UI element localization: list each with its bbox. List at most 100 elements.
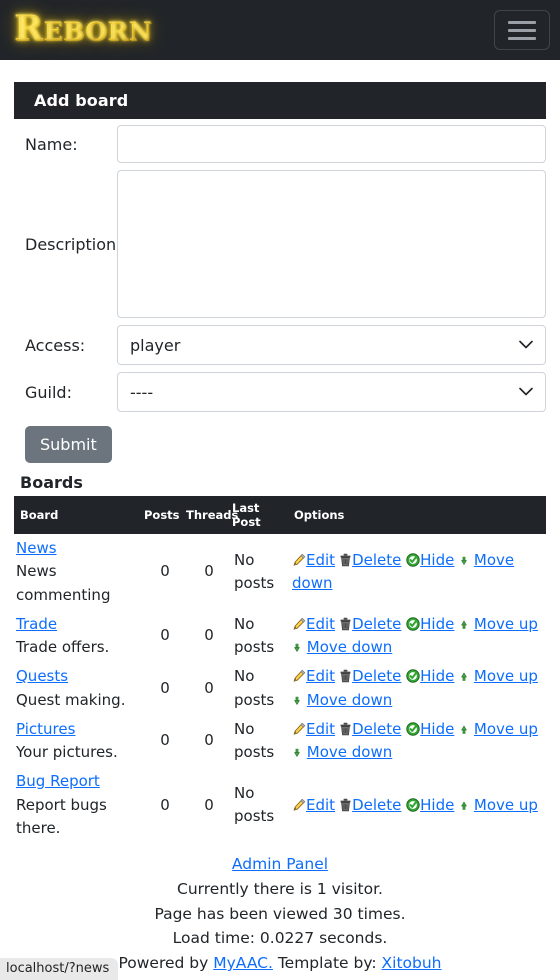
posts-cell: 0: [160, 626, 170, 645]
page-root: Reborn Add board Name: Description: Acce…: [0, 0, 560, 980]
hide-link[interactable]: Hide: [420, 796, 454, 814]
move-up-link[interactable]: Move up: [474, 615, 538, 633]
options-cell: Edit Delete Hide Move down: [290, 534, 546, 610]
delete-link[interactable]: Delete: [352, 720, 401, 738]
options-cell: Edit Delete Hide Move up Move down: [290, 662, 546, 715]
trash-icon: [339, 798, 352, 812]
add-board-form: Name: Description: Access: player Guild:…: [0, 119, 560, 463]
edit-link[interactable]: Edit: [306, 615, 335, 633]
table-row: Pictures Your pictures. 0 0 No posts Edit Dele…: [14, 715, 546, 768]
trash-icon: [339, 669, 352, 683]
footer-views: Page has been viewed 30 times.: [154, 904, 406, 923]
description-label: Description:: [25, 234, 122, 254]
submit-button[interactable]: Submit: [25, 426, 112, 463]
guild-select[interactable]: ----: [117, 372, 546, 412]
footer-powered-prefix: Powered by: [118, 954, 214, 973]
board-description: Report bugs there.: [16, 795, 107, 837]
boards-header-row: Board Posts Threads Last Post Options: [14, 496, 546, 534]
options-cell: Edit Delete Hide Move up: [290, 767, 546, 843]
pencil-icon: [292, 722, 306, 736]
delete-link[interactable]: Delete: [352, 551, 401, 569]
edit-link[interactable]: Edit: [306, 720, 335, 738]
top-navbar: Reborn: [0, 0, 560, 60]
access-label: Access:: [25, 335, 86, 355]
green-check-circle-icon: [406, 797, 420, 812]
threads-cell: 0: [204, 795, 214, 814]
move-down-link[interactable]: Move down: [307, 691, 392, 709]
column-header-options: Options: [290, 496, 546, 534]
trash-icon: [339, 553, 352, 567]
delete-link[interactable]: Delete: [352, 796, 401, 814]
options-cell: Edit Delete Hide Move up Move down: [290, 715, 546, 768]
board-name-link[interactable]: Quests: [16, 667, 68, 685]
board-name-link[interactable]: Bug Report: [16, 772, 100, 790]
edit-link[interactable]: Edit: [306, 551, 335, 569]
edit-link[interactable]: Edit: [306, 667, 335, 685]
board-description: Your pictures.: [16, 743, 118, 761]
hamburger-icon-bar-2: [508, 28, 536, 32]
green-arrow-up-icon: [459, 724, 469, 736]
green-check-circle-icon: [406, 617, 420, 631]
last-post-cell: No posts: [234, 783, 275, 826]
access-select[interactable]: player: [117, 325, 546, 365]
board-cell: Bug Report Report bugs there.: [14, 767, 144, 843]
xitobuh-link[interactable]: Xitobuh: [382, 954, 442, 972]
board-cell: Quests Quest making.: [14, 662, 144, 715]
guild-label: Guild:: [25, 382, 72, 402]
column-header-threads: Threads: [186, 496, 238, 534]
hide-link[interactable]: Hide: [420, 551, 454, 569]
add-board-panel-header: Add board: [14, 82, 546, 119]
pencil-icon: [292, 669, 306, 683]
name-input[interactable]: [117, 125, 546, 163]
description-textarea[interactable]: [117, 170, 546, 318]
boards-table-body: News News commenting 0 0 No posts Edit Delete …: [14, 534, 546, 843]
boards-table: Board Posts Threads Last Post Options Ne…: [14, 496, 546, 843]
delete-link[interactable]: Delete: [352, 615, 401, 633]
site-brand-logo[interactable]: Reborn: [14, 11, 152, 49]
form-row-description: Description:: [14, 170, 546, 318]
column-header-posts: Posts: [144, 496, 186, 534]
pencil-icon: [292, 617, 306, 631]
threads-cell: 0: [204, 562, 214, 581]
green-check-circle-icon: [406, 669, 420, 683]
guild-select-wrap: ----: [117, 372, 546, 412]
posts-cell: 0: [160, 562, 170, 581]
hamburger-icon-bar-3: [508, 36, 536, 40]
table-row: Bug Report Report bugs there. 0 0 No posts Ed…: [14, 767, 546, 843]
browser-status-bar: localhost/?news: [0, 958, 119, 980]
name-label: Name:: [25, 134, 78, 154]
posts-cell: 0: [160, 678, 170, 697]
form-row-guild: Guild: ----: [14, 372, 546, 412]
board-name-link[interactable]: Trade: [16, 615, 57, 633]
move-down-link[interactable]: Move down: [307, 743, 392, 761]
board-name-link[interactable]: News: [16, 539, 57, 557]
green-arrow-down-icon: [292, 747, 302, 759]
edit-link[interactable]: Edit: [306, 796, 335, 814]
delete-link[interactable]: Delete: [352, 667, 401, 685]
board-name-link[interactable]: Pictures: [16, 720, 75, 738]
hide-link[interactable]: Hide: [420, 720, 454, 738]
column-header-last-post: Last Post: [232, 496, 290, 534]
navbar-toggler-button[interactable]: [494, 10, 550, 50]
pencil-icon: [292, 798, 306, 812]
hamburger-icon-bar-1: [508, 20, 536, 24]
move-up-link[interactable]: Move up: [474, 720, 538, 738]
trash-icon: [339, 617, 352, 631]
myaac-link[interactable]: MyAAC.: [213, 954, 273, 972]
admin-panel-link[interactable]: Admin Panel: [232, 855, 328, 873]
last-post-cell: No posts: [234, 667, 275, 709]
board-cell: Trade Trade offers.: [14, 610, 144, 663]
green-arrow-up-icon: [459, 800, 469, 812]
trash-icon: [339, 722, 352, 736]
move-up-link[interactable]: Move up: [474, 796, 538, 814]
green-arrow-up-icon: [459, 619, 469, 631]
green-arrow-down-icon: [459, 555, 469, 567]
hide-link[interactable]: Hide: [420, 615, 454, 633]
green-check-circle-icon: [406, 552, 420, 567]
move-up-link[interactable]: Move up: [474, 667, 538, 685]
move-down-link[interactable]: Move down: [307, 638, 392, 656]
table-row: News News commenting 0 0 No posts Edit Delete …: [14, 534, 546, 610]
table-row: Trade Trade offers. 0 0 No posts Edit Delete H…: [14, 610, 546, 663]
hide-link[interactable]: Hide: [420, 667, 454, 685]
posts-cell: 0: [160, 731, 170, 750]
